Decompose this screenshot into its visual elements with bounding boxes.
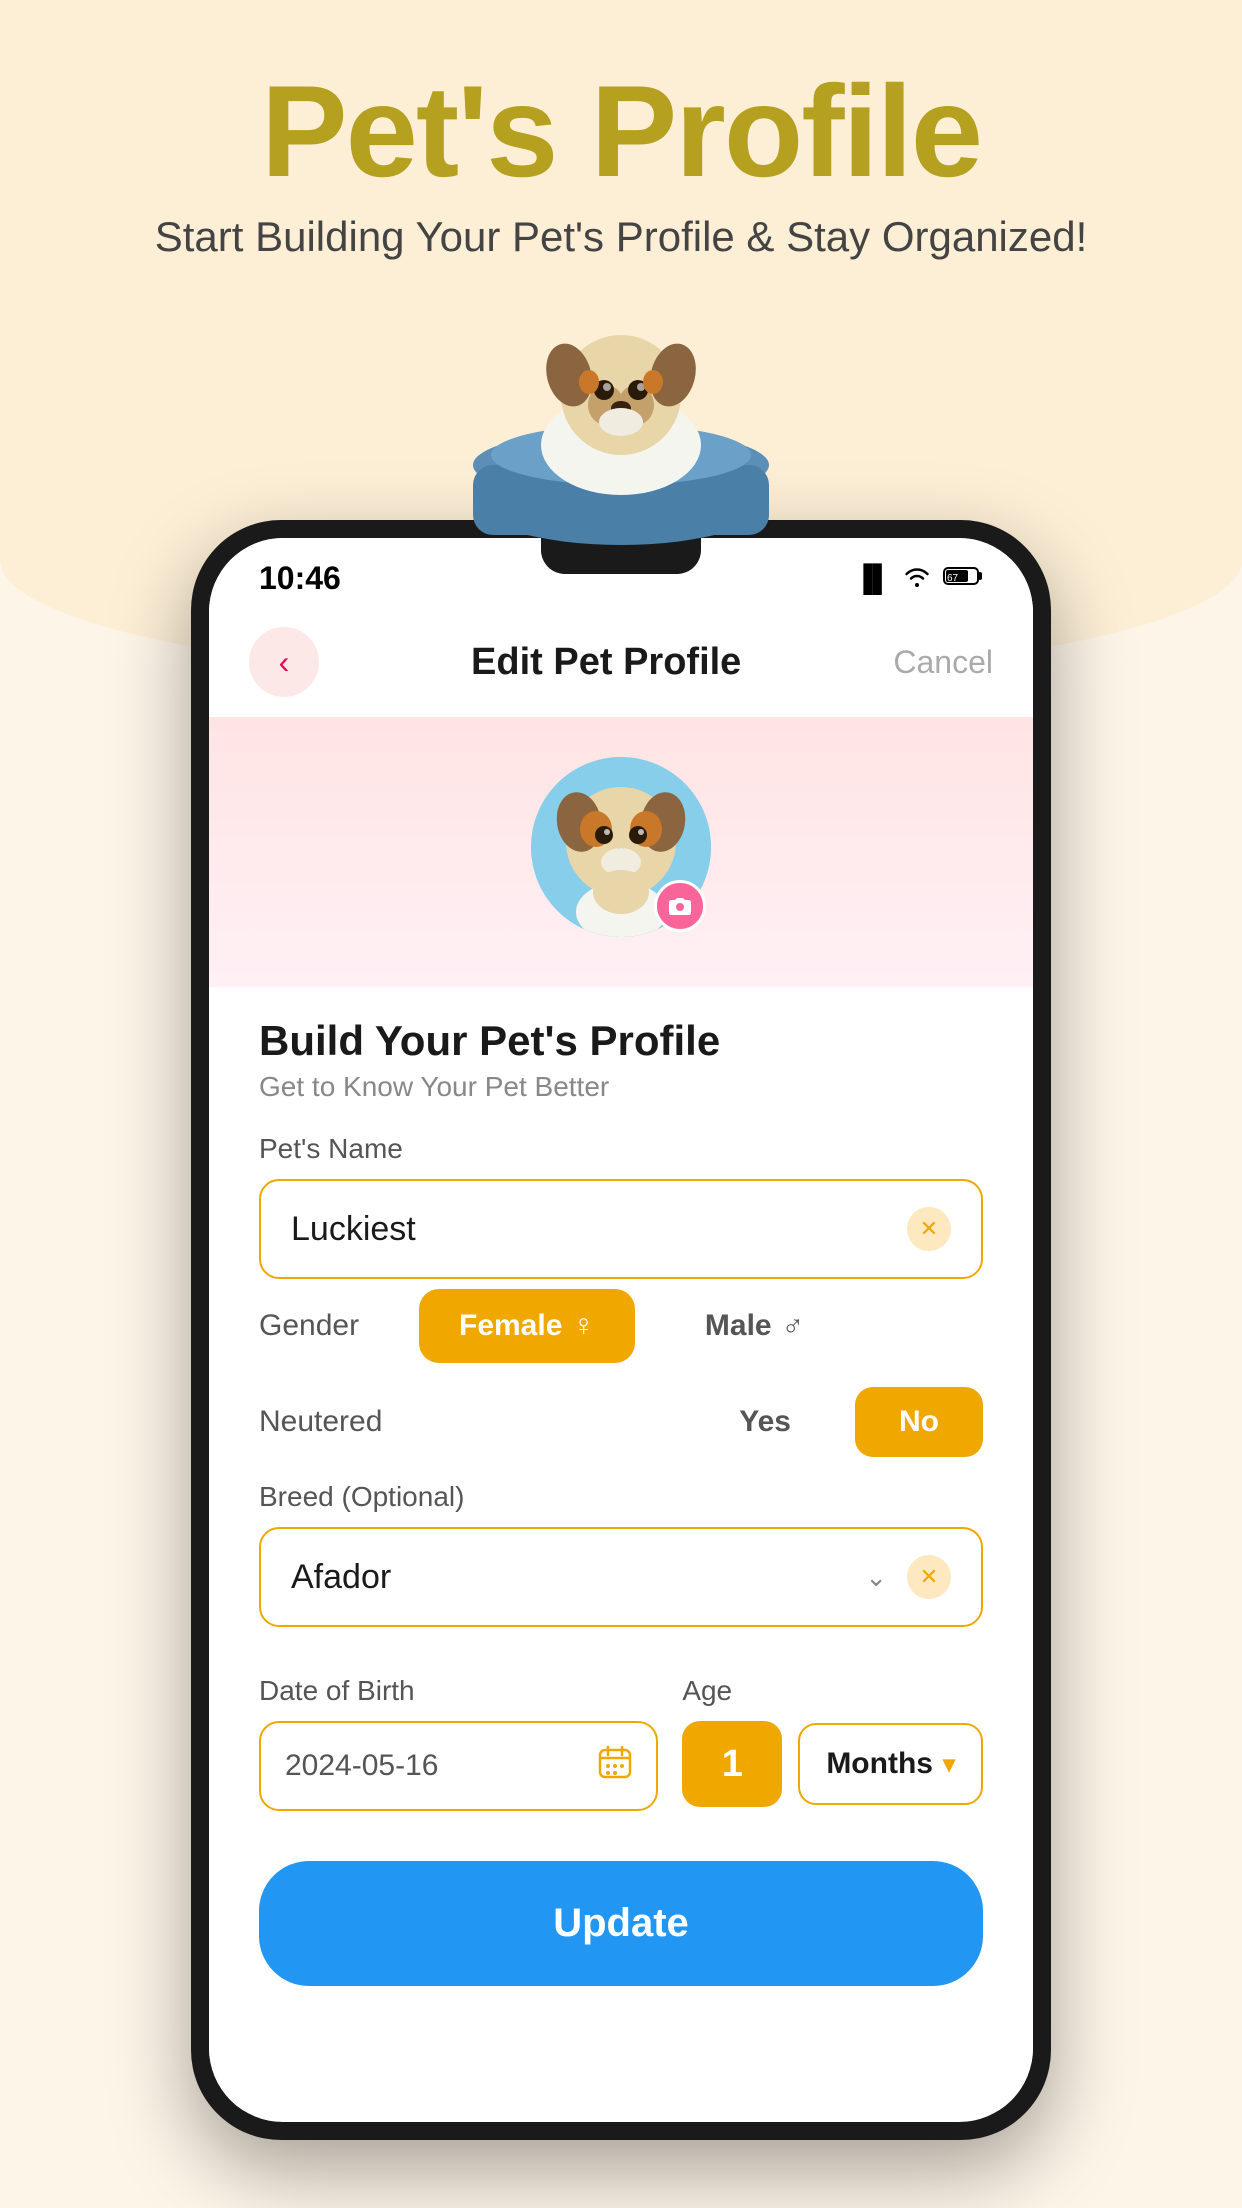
clear-name-button[interactable]: ✕ bbox=[907, 1207, 951, 1251]
pet-name-input[interactable]: Luckiest ✕ bbox=[259, 1179, 983, 1279]
dog-illustration bbox=[461, 290, 781, 550]
nav-title: Edit Pet Profile bbox=[471, 641, 741, 684]
profile-pic-area bbox=[209, 717, 1033, 987]
dob-section: Date of Birth 2024-05-16 bbox=[259, 1651, 658, 1811]
breed-chevron-icon: ⌄ bbox=[865, 1562, 887, 1593]
breed-dropdown[interactable]: Afador ⌄ ✕ bbox=[259, 1527, 983, 1627]
signal-icon: ▐▌ bbox=[854, 563, 891, 594]
breed-right: ⌄ ✕ bbox=[865, 1555, 951, 1599]
nav-bar: ‹ Edit Pet Profile Cancel bbox=[209, 607, 1033, 717]
battery-icon: 67 bbox=[943, 563, 983, 594]
age-label: Age bbox=[682, 1675, 983, 1707]
update-label: Update bbox=[553, 1901, 689, 1945]
dob-label: Date of Birth bbox=[259, 1675, 658, 1707]
phone-frame: 10:46 ▐▌ 67 bbox=[191, 520, 1051, 2140]
neutered-options: Yes No bbox=[695, 1387, 983, 1457]
neutered-label: Neutered bbox=[259, 1405, 382, 1439]
back-button[interactable]: ‹ bbox=[249, 627, 319, 697]
female-symbol: ♀ bbox=[572, 1309, 595, 1343]
camera-badge[interactable] bbox=[654, 880, 706, 932]
female-button[interactable]: Female ♀ bbox=[419, 1289, 635, 1363]
gender-label: Gender bbox=[259, 1309, 389, 1343]
age-value-box[interactable]: 1 bbox=[682, 1721, 782, 1807]
breed-value: Afador bbox=[291, 1558, 391, 1597]
pet-name-label: Pet's Name bbox=[259, 1133, 983, 1165]
breed-label: Breed (Optional) bbox=[259, 1481, 983, 1513]
age-section: Age 1 Months ▾ bbox=[682, 1651, 983, 1807]
svg-text:67: 67 bbox=[947, 573, 959, 584]
page-title: Pet's Profile bbox=[0, 60, 1242, 203]
wifi-icon bbox=[903, 563, 931, 594]
age-row: 1 Months ▾ bbox=[682, 1721, 983, 1807]
status-icons: ▐▌ 67 bbox=[854, 563, 983, 594]
no-button[interactable]: No bbox=[855, 1387, 983, 1457]
header-area: Pet's Profile Start Building Your Pet's … bbox=[0, 60, 1242, 261]
profile-pic-container[interactable] bbox=[531, 757, 711, 937]
male-label: Male bbox=[705, 1309, 772, 1343]
age-unit-dropdown[interactable]: Months ▾ bbox=[798, 1723, 983, 1805]
dob-input[interactable]: 2024-05-16 bbox=[259, 1721, 658, 1811]
no-label: No bbox=[899, 1405, 939, 1438]
neutered-row: Neutered Yes No bbox=[259, 1387, 983, 1457]
age-unit-label: Months bbox=[826, 1747, 933, 1781]
age-value: 1 bbox=[722, 1743, 743, 1786]
status-time: 10:46 bbox=[259, 560, 341, 597]
clear-breed-button[interactable]: ✕ bbox=[907, 1555, 951, 1599]
cancel-button[interactable]: Cancel bbox=[893, 644, 993, 681]
yes-button[interactable]: Yes bbox=[695, 1387, 835, 1457]
dob-value: 2024-05-16 bbox=[285, 1749, 438, 1783]
female-label: Female bbox=[459, 1309, 562, 1343]
male-symbol: ♂ bbox=[782, 1309, 805, 1343]
dob-age-section: Date of Birth 2024-05-16 bbox=[259, 1651, 983, 1811]
pet-name-value: Luckiest bbox=[291, 1210, 416, 1249]
months-chevron-icon: ▾ bbox=[943, 1750, 955, 1779]
form-area: Build Your Pet's Profile Get to Know You… bbox=[209, 987, 1033, 1831]
gender-row: Gender Female ♀ Male ♂ bbox=[259, 1289, 983, 1363]
app-content: ‹ Edit Pet Profile Cancel bbox=[209, 607, 1033, 2111]
male-button[interactable]: Male ♂ bbox=[665, 1289, 844, 1363]
update-button[interactable]: Update bbox=[259, 1861, 983, 1986]
page-subtitle: Start Building Your Pet's Profile & Stay… bbox=[0, 213, 1242, 261]
form-section-sub: Get to Know Your Pet Better bbox=[259, 1071, 983, 1103]
phone-screen: 10:46 ▐▌ 67 bbox=[209, 538, 1033, 2122]
form-section-title: Build Your Pet's Profile bbox=[259, 1017, 983, 1065]
yes-label: Yes bbox=[739, 1405, 791, 1438]
calendar-icon bbox=[598, 1745, 632, 1787]
